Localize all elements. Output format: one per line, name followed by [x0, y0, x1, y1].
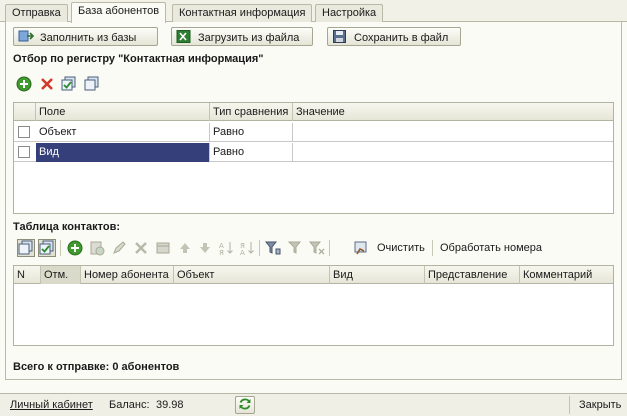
filter-row-comparison[interactable]: Равно [210, 123, 293, 142]
contacts-col-comment[interactable]: Комментарий [520, 266, 613, 284]
check-all-icon[interactable] [60, 75, 78, 93]
filter-settings-icon[interactable] [264, 239, 282, 257]
clear-filter-icon[interactable] [308, 239, 326, 257]
contacts-col-object[interactable]: Объект [174, 266, 330, 284]
filter-row-value[interactable] [293, 143, 613, 162]
contacts-grid-header: N Отм. Номер абонента Объект Вид Предста… [14, 266, 613, 284]
save-to-file-label: Сохранить в файл [354, 32, 449, 44]
balance-value: 39.98 [156, 399, 184, 411]
filter-row-checkbox[interactable] [18, 126, 30, 138]
filter-row-comparison[interactable]: Равно [210, 143, 293, 162]
filter-col-check [14, 103, 36, 121]
svg-text:Я: Я [219, 249, 224, 256]
end-edit-icon[interactable] [154, 239, 172, 257]
contacts-col-mark[interactable]: Отм. [41, 266, 81, 284]
filter-col-value[interactable]: Значение [293, 103, 613, 121]
load-from-file-button[interactable]: Загрузить из файла [171, 27, 313, 46]
filter-by-value-icon[interactable] [286, 239, 304, 257]
uncheck-all-icon[interactable] [17, 239, 35, 257]
filter-grid-header: Поле Тип сравнения Значение [14, 103, 613, 121]
process-numbers-button[interactable]: Обработать номера [440, 242, 542, 254]
move-up-icon[interactable] [176, 239, 194, 257]
database-arrow-icon [18, 30, 35, 43]
contacts-col-representation[interactable]: Представление [425, 266, 520, 284]
tab-bar: Отправка База абонентов Контактная инфор… [0, 0, 627, 23]
filter-col-field[interactable]: Поле [36, 103, 210, 121]
filter-row-value[interactable] [293, 123, 613, 142]
delete-icon[interactable] [38, 75, 56, 93]
edit-pencil-icon[interactable] [110, 239, 128, 257]
contacts-col-subscriber-number[interactable]: Номер абонента [81, 266, 174, 284]
tab-contact-info[interactable]: Контактная информация [172, 4, 313, 22]
filter-row-field[interactable]: Объект [36, 123, 210, 142]
fill-from-base-label: Заполнить из базы [40, 32, 137, 44]
tab-settings[interactable]: Настройка [315, 4, 384, 22]
contacts-col-n[interactable]: N [14, 266, 41, 284]
excel-icon [176, 30, 192, 43]
toolbar-separator [432, 240, 433, 256]
filter-row[interactable]: Вид Равно [14, 143, 613, 162]
toolbar-separator [259, 240, 260, 256]
filter-row[interactable]: Объект Равно [14, 123, 613, 142]
account-link[interactable]: Личный кабинет [10, 399, 93, 411]
tab-subscriber-base[interactable]: База абонентов [71, 2, 167, 23]
copy-row-icon[interactable] [88, 239, 106, 257]
contacts-col-type[interactable]: Вид [330, 266, 425, 284]
broom-icon[interactable] [352, 239, 370, 257]
save-to-file-button[interactable]: Сохранить в файл [327, 27, 461, 46]
clear-button[interactable]: Очистить [377, 242, 425, 254]
check-all-icon[interactable] [38, 239, 56, 257]
toolbar-separator [60, 240, 61, 256]
add-icon[interactable] [15, 75, 33, 93]
refresh-button[interactable] [235, 396, 255, 414]
fill-from-base-button[interactable]: Заполнить из базы [13, 27, 158, 46]
filter-title: Отбор по регистру "Контактная информация… [13, 53, 264, 65]
sort-descending-icon[interactable]: ЯA [238, 239, 256, 257]
move-down-icon[interactable] [196, 239, 214, 257]
delete-icon[interactable] [132, 239, 150, 257]
sort-ascending-icon[interactable]: AЯ [217, 239, 235, 257]
toolbar-separator [329, 240, 330, 256]
close-button[interactable]: Закрыть [579, 399, 621, 411]
filter-grid[interactable]: Поле Тип сравнения Значение Объект Равно… [13, 102, 614, 214]
refresh-icon [238, 397, 252, 414]
status-separator [569, 396, 570, 414]
floppy-disk-icon [332, 30, 348, 43]
svg-text:A: A [240, 249, 245, 256]
balance-label: Баланс: [109, 399, 150, 411]
summary-text: Всего к отправке: 0 абонентов [13, 361, 180, 373]
filter-col-comparison[interactable]: Тип сравнения [210, 103, 293, 121]
load-from-file-label: Загрузить из файла [198, 32, 300, 44]
add-icon[interactable] [66, 239, 84, 257]
filter-row-field[interactable]: Вид [36, 143, 210, 162]
uncheck-all-icon[interactable] [83, 75, 101, 93]
contacts-grid[interactable]: N Отм. Номер абонента Объект Вид Предста… [13, 265, 614, 346]
contacts-title: Таблица контактов: [13, 221, 121, 233]
tab-send[interactable]: Отправка [5, 4, 68, 22]
filter-row-checkbox[interactable] [18, 146, 30, 158]
status-bar: Личный кабинет Баланс: 39.98 Закрыть [0, 393, 627, 416]
